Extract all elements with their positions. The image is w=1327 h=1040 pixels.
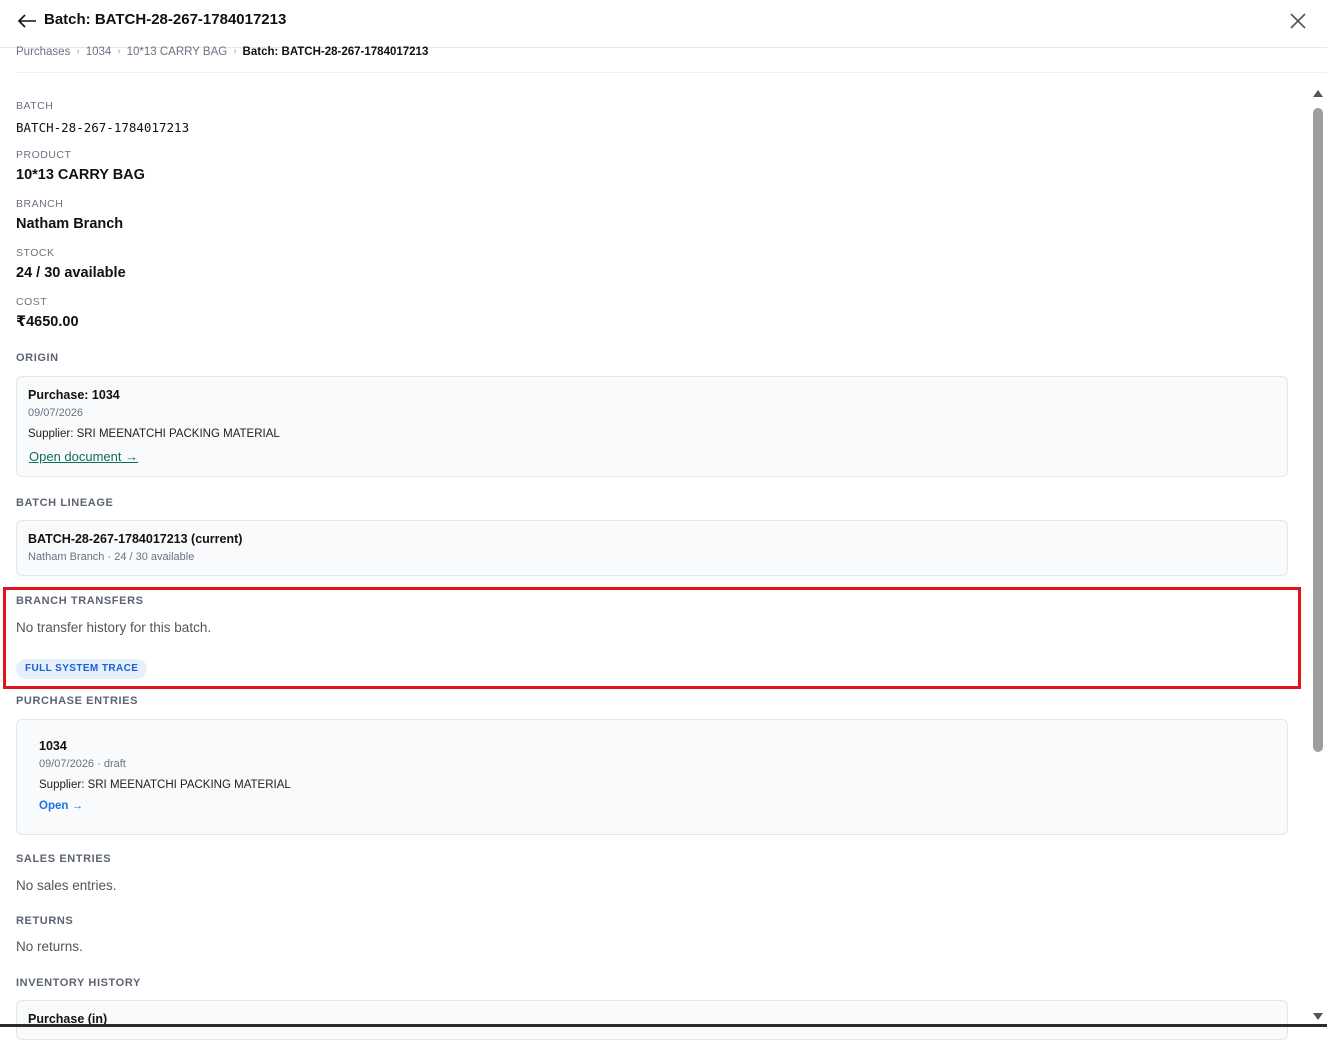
- product-value: 10*13 CARRY BAG: [16, 167, 145, 183]
- breadcrumb-separator: ›: [117, 46, 121, 57]
- scroll-up-icon[interactable]: [1312, 88, 1324, 100]
- purchase-entry-open-link[interactable]: Open →: [39, 800, 83, 812]
- lineage-title: BATCH-28-267-1784017213 (current): [28, 532, 243, 546]
- scrollbar[interactable]: [1311, 88, 1325, 1025]
- page-title: Batch: BATCH-28-267-1784017213: [44, 11, 287, 28]
- sales-section-title: SALES ENTRIES: [16, 853, 112, 865]
- purchase-entry-meta: 09/07/2026 · draft: [39, 758, 126, 770]
- purchase-entry-supplier: Supplier: SRI MEENATCHI PACKING MATERIAL: [39, 779, 291, 791]
- lineage-card: BATCH-28-267-1784017213 (current) Natham…: [16, 520, 1288, 576]
- breadcrumb-item-1034[interactable]: 1034: [86, 46, 112, 58]
- arrow-left-icon[interactable]: [16, 10, 38, 32]
- origin-card: Purchase: 1034 09/07/2026 Supplier: SRI …: [16, 376, 1288, 477]
- lineage-meta: Natham Branch · 24 / 30 available: [28, 551, 195, 563]
- inventory-history-card: Purchase (in): [16, 1000, 1288, 1040]
- cost-value: ₹4650.00: [16, 314, 79, 330]
- purchase-entry-card: 1034 09/07/2026 · draft Supplier: SRI ME…: [16, 719, 1288, 835]
- top-bar: Batch: BATCH-28-267-1784017213: [0, 0, 1327, 48]
- open-document-link[interactable]: Open document →: [29, 449, 138, 464]
- breadcrumb: Purchases › 1034 › 10*13 CARRY BAG › Batch: BA…: [16, 45, 1327, 73]
- cost-label: COST: [16, 296, 48, 308]
- transfers-section-title: BRANCH TRANSFERS: [16, 595, 144, 607]
- scrollbar-thumb[interactable]: [1313, 108, 1323, 752]
- origin-section-title: ORIGIN: [16, 352, 59, 364]
- product-label: PRODUCT: [16, 149, 72, 161]
- breadcrumb-current: Batch: BATCH-28-267-1784017213: [242, 46, 429, 58]
- lineage-section-title: BATCH LINEAGE: [16, 497, 114, 509]
- scroll-down-icon[interactable]: [1312, 1010, 1324, 1022]
- breadcrumb-item-purchases[interactable]: Purchases: [16, 46, 70, 58]
- batch-value: BATCH-28-267-1784017213: [16, 120, 190, 135]
- origin-date: 09/07/2026: [28, 407, 84, 419]
- inventory-section-title: INVENTORY HISTORY: [16, 977, 141, 989]
- transfers-empty-text: No transfer history for this batch.: [16, 620, 212, 635]
- purchase-entries-section-title: PURCHASE ENTRIES: [16, 695, 139, 707]
- sales-empty-text: No sales entries.: [16, 878, 117, 893]
- branch-value: Natham Branch: [16, 216, 124, 232]
- breadcrumb-item-product[interactable]: 10*13 CARRY BAG: [127, 46, 228, 58]
- origin-supplier: Supplier: SRI MEENATCHI PACKING MATERIAL: [28, 428, 280, 440]
- breadcrumb-separator: ›: [233, 46, 237, 57]
- returns-section-title: RETURNS: [16, 915, 74, 927]
- stock-label: STOCK: [16, 247, 55, 259]
- full-system-trace-badge[interactable]: FULL SYSTEM TRACE: [16, 659, 148, 679]
- branch-label: BRANCH: [16, 198, 64, 210]
- returns-empty-text: No returns.: [16, 939, 83, 954]
- highlight-box: [3, 587, 1301, 689]
- purchase-entry-title: 1034: [39, 739, 67, 753]
- close-icon[interactable]: [1288, 11, 1308, 31]
- breadcrumb-separator: ›: [76, 46, 80, 57]
- stock-value: 24 / 30 available: [16, 265, 126, 281]
- batch-label: BATCH: [16, 100, 54, 112]
- origin-title: Purchase: 1034: [28, 388, 120, 402]
